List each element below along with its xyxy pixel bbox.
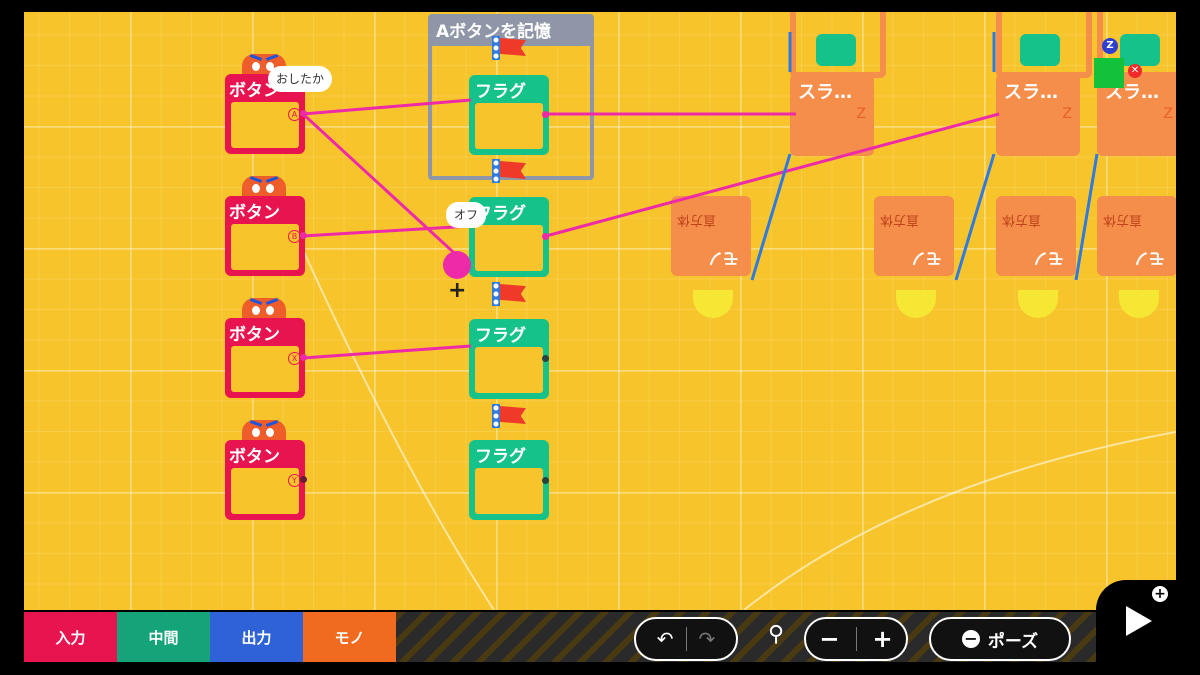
- z-badge: Z: [1102, 38, 1118, 54]
- tab-object[interactable]: モノ: [303, 612, 396, 662]
- connection-wires: +: [301, 32, 1099, 360]
- port-dot[interactable]: [300, 110, 307, 117]
- play-icon: [1126, 606, 1152, 636]
- green-cursor-marker[interactable]: [1094, 58, 1124, 88]
- undo-redo-group: ↶ ↷: [634, 617, 738, 661]
- magnifier-icon: ⚲: [768, 622, 785, 647]
- port-dot[interactable]: [300, 232, 307, 239]
- tab-middle-label: 中間: [148, 628, 179, 647]
- tab-input[interactable]: 入力: [24, 612, 117, 662]
- redo-icon[interactable]: ↷: [687, 627, 716, 651]
- port-dot[interactable]: [542, 355, 549, 362]
- output-bubble-off: オフ: [446, 202, 487, 228]
- play-button[interactable]: +: [1096, 580, 1200, 675]
- tab-input-label: 入力: [55, 628, 86, 647]
- port-dot[interactable]: [542, 477, 549, 484]
- port-dot[interactable]: [300, 476, 307, 483]
- port-dot[interactable]: [542, 233, 549, 240]
- node-canvas[interactable]: Aボタンを記憶 ボタン A ボタン B ボタン X ボタン Y フラグ フラグ …: [24, 12, 1176, 610]
- port-dot[interactable]: [542, 111, 549, 118]
- output-bubble-pressed: おしたか: [268, 66, 333, 92]
- tab-middle[interactable]: 中間: [117, 612, 210, 662]
- tab-object-label: モノ: [334, 628, 365, 647]
- undo-icon[interactable]: ↶: [657, 627, 686, 651]
- zoom-in-button[interactable]: +: [857, 625, 893, 653]
- pause-button[interactable]: − ポーズ: [929, 617, 1071, 661]
- tab-output[interactable]: 出力: [210, 612, 303, 662]
- tab-output-label: 出力: [241, 628, 272, 647]
- zoom-group: − +: [804, 617, 908, 661]
- pause-label: ポーズ: [987, 631, 1039, 652]
- plus-badge-icon: +: [1152, 586, 1168, 602]
- svg-text:+: +: [448, 278, 466, 303]
- bottom-toolbar: 入力 中間 出力 モノ ↶ ↷ ⚲ − + − ポーズ: [24, 612, 1096, 662]
- minus-circle-icon: −: [961, 630, 980, 648]
- close-icon[interactable]: ✕: [1128, 64, 1142, 78]
- zoom-out-button[interactable]: −: [819, 625, 855, 653]
- port-dot[interactable]: [300, 354, 307, 361]
